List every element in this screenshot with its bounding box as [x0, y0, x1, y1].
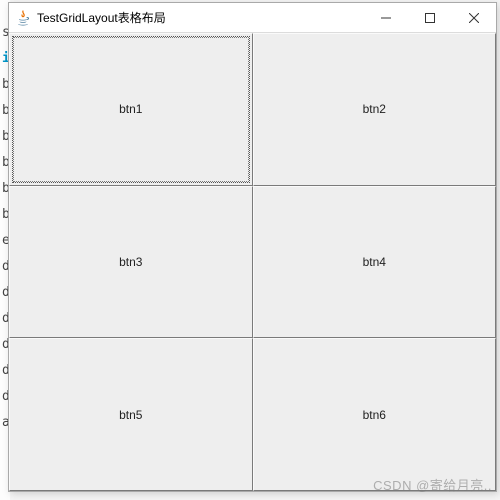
- titlebar[interactable]: TestGridLayout表格布局: [9, 3, 496, 33]
- grid-button-3[interactable]: btn3: [9, 186, 253, 339]
- grid-button-6[interactable]: btn6: [253, 338, 497, 491]
- grid-button-1[interactable]: btn1: [9, 33, 253, 186]
- java-app-icon: [15, 10, 31, 26]
- grid-button-4[interactable]: btn4: [253, 186, 497, 339]
- maximize-button[interactable]: [408, 3, 452, 32]
- grid-layout-panel: btn1 btn2 btn3 btn4 btn5 btn6: [9, 33, 496, 491]
- close-button[interactable]: [452, 3, 496, 32]
- window-title: TestGridLayout表格布局: [37, 9, 364, 26]
- minimize-button[interactable]: [364, 3, 408, 32]
- grid-button-2[interactable]: btn2: [253, 33, 497, 186]
- window-controls: [364, 3, 496, 32]
- grid-button-5[interactable]: btn5: [9, 338, 253, 491]
- application-window: TestGridLayout表格布局 btn1 btn2 btn3 btn4 b…: [8, 2, 497, 492]
